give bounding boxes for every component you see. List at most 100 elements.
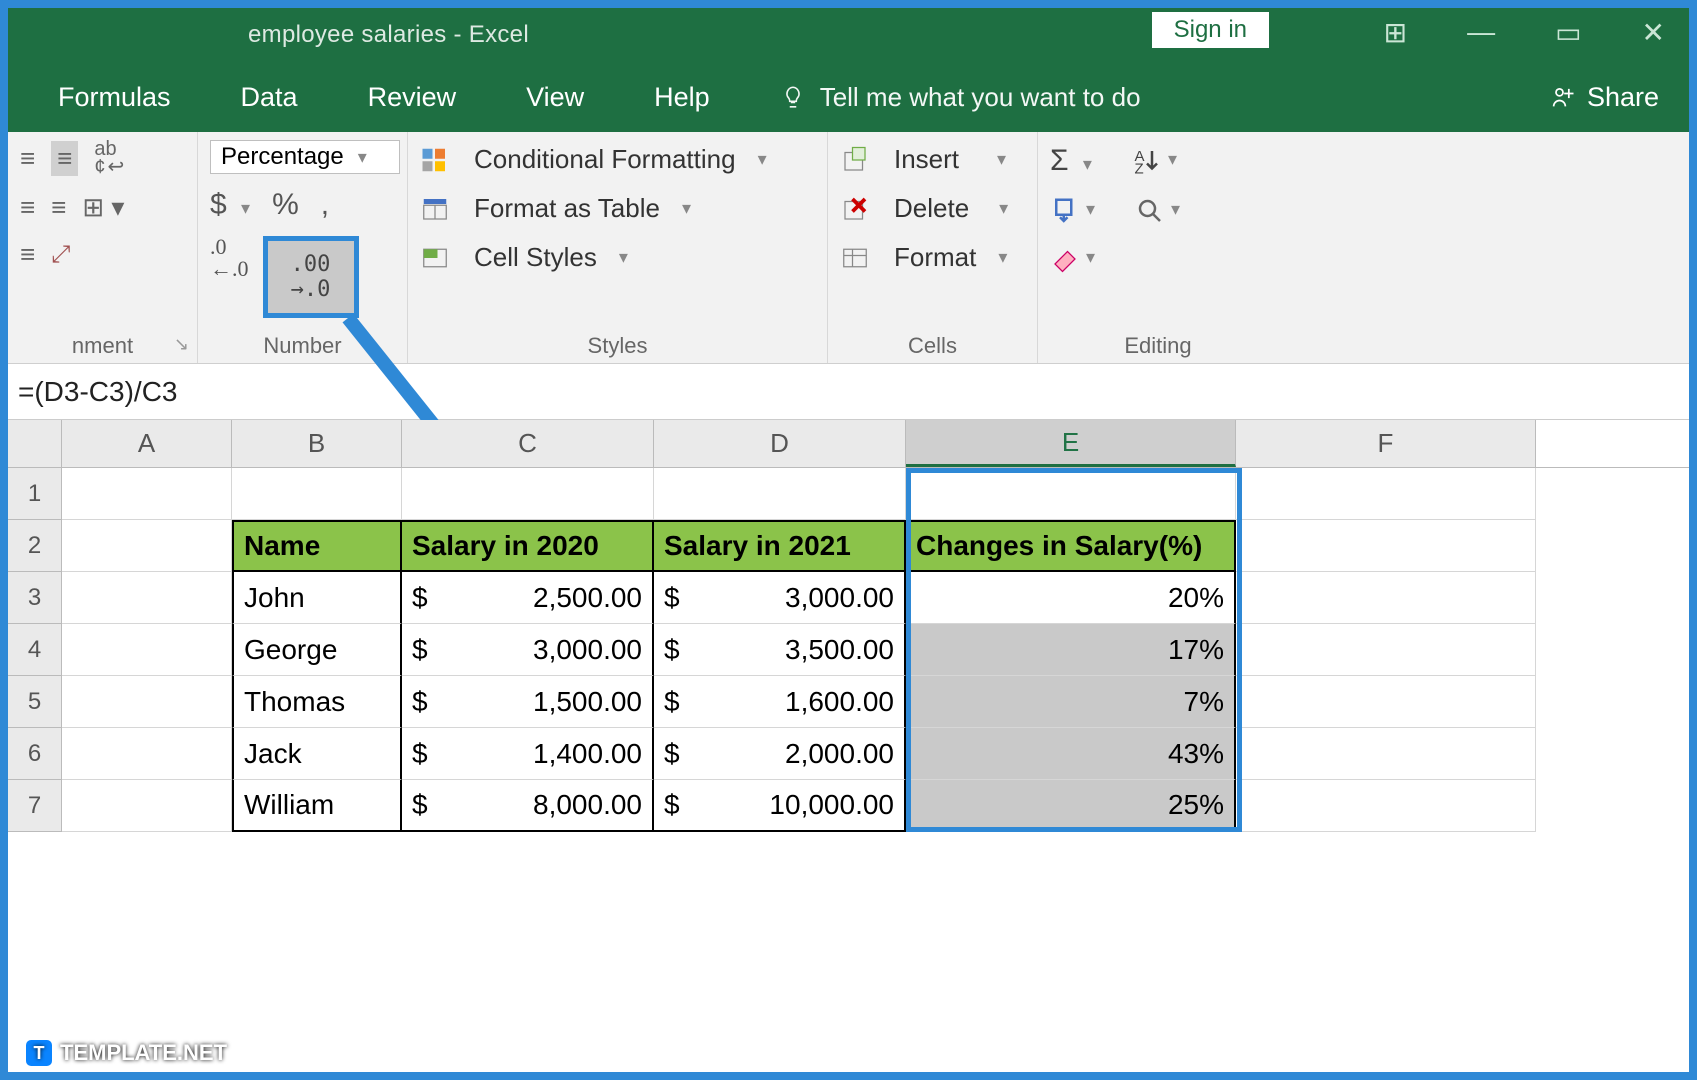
minimize-icon[interactable]: —	[1467, 16, 1495, 49]
col-header-B[interactable]: B	[232, 420, 402, 467]
row-header[interactable]: 6	[8, 728, 62, 780]
cell[interactable]	[402, 468, 654, 520]
align-bottom-icon[interactable]: ≡	[20, 192, 35, 223]
cell[interactable]	[62, 676, 232, 728]
cell-change-pct[interactable]: 17%	[906, 624, 1236, 676]
cell[interactable]	[62, 624, 232, 676]
cell-salary-2021[interactable]: $3,000.00	[654, 572, 906, 624]
col-header-C[interactable]: C	[402, 420, 654, 467]
row-header[interactable]: 2	[8, 520, 62, 572]
align-middle-icon[interactable]: ≡	[51, 192, 66, 223]
orientation-icon[interactable]: ⤢	[51, 241, 70, 269]
col-header-F[interactable]: F	[1236, 420, 1536, 467]
cell[interactable]	[906, 468, 1236, 520]
increase-decimal-button[interactable]: .0←.0	[210, 236, 249, 280]
cell-header-name[interactable]: Name	[232, 520, 402, 572]
cell-header-s21[interactable]: Salary in 2021	[654, 520, 906, 572]
percent-format-button[interactable]: %	[272, 188, 299, 222]
cell-salary-2020[interactable]: $8,000.00	[402, 780, 654, 832]
number-format-dropdown[interactable]: Percentage ▾	[210, 140, 400, 174]
cell-change-pct[interactable]: 43%	[906, 728, 1236, 780]
cell[interactable]	[1236, 676, 1536, 728]
row-header[interactable]: 7	[8, 780, 62, 832]
cell-salary-2021[interactable]: $2,000.00	[654, 728, 906, 780]
cell[interactable]	[62, 780, 232, 832]
cell[interactable]	[232, 468, 402, 520]
cell[interactable]	[1236, 572, 1536, 624]
tab-help[interactable]: Help	[654, 82, 710, 113]
col-header-D[interactable]: D	[654, 420, 906, 467]
tab-review[interactable]: Review	[368, 82, 457, 113]
row-header[interactable]: 1	[8, 468, 62, 520]
formula-bar[interactable]: =(D3-C3)/C3	[8, 364, 1689, 420]
cell-name[interactable]: George	[232, 624, 402, 676]
cell-change-pct[interactable]: 25%	[906, 780, 1236, 832]
cell-change-pct[interactable]: 7%	[906, 676, 1236, 728]
row-header[interactable]: 3	[8, 572, 62, 624]
comma-format-button[interactable]: ,	[321, 188, 329, 222]
cell[interactable]	[62, 572, 232, 624]
cell[interactable]	[62, 520, 232, 572]
sign-in-button[interactable]: Sign in	[1152, 12, 1269, 48]
find-select-button[interactable]: ▾	[1135, 196, 1180, 226]
cell-name[interactable]: John	[232, 572, 402, 624]
cell-name[interactable]: Jack	[232, 728, 402, 780]
cell-salary-2021[interactable]: $1,600.00	[654, 676, 906, 728]
conditional-formatting-button[interactable]: Conditional Formatting▾	[420, 144, 815, 175]
cell-salary-2021[interactable]: $3,500.00	[654, 624, 906, 676]
cell-salary-2020[interactable]: $2,500.00	[402, 572, 654, 624]
cell-change-pct[interactable]: 20%	[906, 572, 1236, 624]
tell-me-search[interactable]: Tell me what you want to do	[780, 82, 1141, 113]
cell-salary-2021[interactable]: $10,000.00	[654, 780, 906, 832]
ribbon-options-icon[interactable]: ⊞	[1384, 16, 1407, 49]
accounting-format-button[interactable]: $ ▾	[210, 188, 250, 222]
sort-filter-button[interactable]: AZ▾	[1132, 146, 1177, 176]
cell[interactable]	[62, 728, 232, 780]
tab-view[interactable]: View	[526, 82, 584, 113]
insert-cells-button[interactable]: Insert▾	[840, 144, 1025, 175]
maximize-icon[interactable]: ▭	[1555, 16, 1581, 49]
wrap-text-c: ¢↩	[94, 158, 124, 176]
align-right-icon[interactable]: ≡	[20, 239, 35, 270]
format-as-table-button[interactable]: Format as Table▾	[420, 193, 815, 224]
clear-button[interactable]: ▾	[1050, 244, 1095, 274]
cell-salary-2020[interactable]: $3,000.00	[402, 624, 654, 676]
fill-button[interactable]: ▾	[1050, 196, 1095, 226]
align-center-icon[interactable]: ≡	[51, 141, 78, 176]
cell[interactable]	[654, 468, 906, 520]
grid-rows: 1 2 Name Salary in 2020 Salary in 2021 C…	[8, 468, 1689, 832]
align-left-icon[interactable]: ≡	[20, 143, 35, 174]
merge-icon[interactable]: ⊞ ▾	[82, 192, 124, 223]
autosum-button[interactable]: Σ ▾	[1050, 144, 1092, 178]
cell[interactable]	[1236, 520, 1536, 572]
cell[interactable]	[1236, 780, 1536, 832]
cell-salary-2020[interactable]: $1,400.00	[402, 728, 654, 780]
cell[interactable]	[1236, 624, 1536, 676]
cell[interactable]	[62, 468, 232, 520]
formula-text: =(D3-C3)/C3	[18, 376, 177, 408]
insert-icon	[840, 145, 870, 175]
close-icon[interactable]: ✕	[1642, 16, 1665, 49]
decrease-decimal-button[interactable]: .00 →.0	[263, 236, 359, 318]
alignment-launcher-icon[interactable]: ↘	[174, 334, 189, 355]
cell[interactable]	[1236, 468, 1536, 520]
title-bar: employee salaries - Excel Sign in ⊞ — ▭ …	[8, 8, 1689, 62]
col-header-A[interactable]: A	[62, 420, 232, 467]
cell-header-changes[interactable]: Changes in Salary(%)	[906, 520, 1236, 572]
cell-salary-2020[interactable]: $1,500.00	[402, 676, 654, 728]
row-header[interactable]: 5	[8, 676, 62, 728]
format-cells-button[interactable]: Format▾	[840, 242, 1025, 273]
share-button[interactable]: Share	[1549, 82, 1659, 113]
tab-formulas[interactable]: Formulas	[58, 82, 171, 113]
row-header[interactable]: 4	[8, 624, 62, 676]
cell-header-s20[interactable]: Salary in 2020	[402, 520, 654, 572]
cell[interactable]	[1236, 728, 1536, 780]
cell-name[interactable]: Thomas	[232, 676, 402, 728]
cell-styles-button[interactable]: Cell Styles▾	[420, 242, 815, 273]
select-all-button[interactable]	[8, 420, 62, 467]
delete-cells-button[interactable]: Delete▾	[840, 193, 1025, 224]
table-row: 6 Jack$1,400.00$2,000.0043%	[8, 728, 1689, 780]
tab-data[interactable]: Data	[241, 82, 298, 113]
cell-name[interactable]: William	[232, 780, 402, 832]
col-header-E[interactable]: E	[906, 420, 1236, 467]
